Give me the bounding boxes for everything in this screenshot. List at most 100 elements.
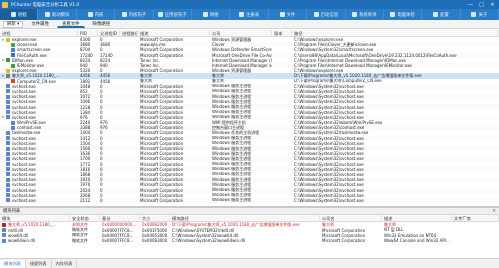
window-controls: — □ ✕ [465, 0, 498, 9]
nav-item-4[interactable]: 应用层钩子 [154, 9, 192, 20]
nav-item-3[interactable]: 内核钩子 [115, 9, 154, 20]
tab-view-file[interactable]: 查看文件 [56, 21, 85, 28]
module-column-header[interactable]: 公司名 [320, 215, 382, 222]
process-fullpath: C:\Windows\System32\svchost.exe [294, 197, 364, 203]
nav-item-5[interactable]: 网络 [192, 9, 231, 20]
process-icon [6, 172, 10, 177]
process-icon [11, 42, 15, 47]
refresh-dropdown[interactable]: 刷新 ▾ [3, 20, 24, 28]
expand-toggle-icon[interactable]: ▾ [2, 74, 5, 78]
module-column-header[interactable]: 大小 [140, 215, 170, 222]
process-icon [11, 53, 15, 58]
nav-item-label: 内核钩子 [128, 12, 147, 18]
process-column-header[interactable]: 版本 [272, 30, 292, 37]
module-column-header[interactable]: 模块 [0, 215, 70, 222]
process-cell-fullpath: C:\Windows\System32\svchost.exe [292, 198, 499, 203]
misc-icon [351, 12, 357, 17]
process-icon [6, 167, 10, 172]
nav-item-7[interactable]: 文件 [269, 9, 308, 20]
process-icon [6, 94, 10, 99]
process-icon [11, 63, 15, 68]
module-size: 0x00083000 [142, 238, 168, 244]
network-icon [202, 12, 208, 17]
config-icon [433, 12, 439, 17]
nav-item-label: 内核 [94, 12, 104, 18]
main-nav: 进程 驱动模块 内核 内核钩子 应用层钩子 网络 注册表 文件 启动信息 系统杂项 电脑体检 配置 关于 [0, 9, 499, 20]
module-cell-status: 微软文件 [70, 238, 100, 243]
nav-item-9[interactable]: 系统杂项 [346, 9, 384, 20]
nav-item-label: 启动信息 [320, 12, 339, 18]
process-icon [6, 110, 10, 115]
module-icon [2, 238, 6, 243]
process-icon [10, 12, 16, 17]
module-column-header[interactable]: 文件厂商 [452, 215, 499, 222]
process-icon [6, 198, 10, 203]
module-icon [2, 228, 6, 233]
process-column-header[interactable]: 进程路径 [120, 30, 138, 37]
window-title: PChunter 电脑安全分析工具 V1.0 [11, 2, 80, 8]
nav-item-0[interactable]: 进程 [0, 9, 39, 20]
nav-item-12[interactable]: 关于 [461, 9, 499, 20]
module-column-header[interactable]: 基址 [100, 215, 140, 222]
process-cell-ppid: 0 [98, 198, 120, 203]
nav-item-6[interactable]: 注册表 [230, 9, 269, 20]
module-panel-label: 模块列表 [3, 209, 21, 214]
bottom-tab-0[interactable]: 模块列表 [0, 259, 26, 268]
process-column-header[interactable]: 描述 [138, 30, 210, 37]
nav-item-label: 驱动模块 [51, 12, 70, 18]
process-icon [6, 151, 10, 156]
minimize-button[interactable]: — [465, 0, 476, 9]
module-column-header[interactable]: 模块路径 [170, 215, 320, 222]
hook-icon [121, 12, 127, 17]
process-cell-name: svchost.exe [0, 198, 78, 203]
process-column-header[interactable]: 父进程ID [98, 30, 120, 37]
bottom-tab-1[interactable]: 线程列表 [26, 259, 52, 268]
module-icon [2, 233, 6, 238]
app-hook-icon [157, 12, 163, 17]
nav-item-8[interactable]: 启动信息 [307, 9, 346, 20]
process-cell-path [120, 198, 138, 203]
process-pid: 2112 [80, 197, 91, 203]
nav-item-2[interactable]: 内核 [77, 9, 116, 20]
close-icon[interactable]: ✕ [492, 209, 496, 214]
process-company: Microsoft Corporation [140, 197, 184, 203]
title-bar: PChunter 电脑安全分析工具 V1.0 — □ ✕ [0, 0, 499, 9]
expand-toggle-icon[interactable]: ▾ [2, 115, 5, 119]
module-row[interactable]: wow64win.dll 微软文件 0x00007FFC8... 0x00083000… [0, 238, 499, 243]
nav-item-label: 配置 [440, 12, 449, 18]
expand-toggle-icon[interactable]: ▾ [2, 38, 5, 42]
nav-item-11[interactable]: 配置 [422, 9, 461, 20]
process-icon [6, 68, 10, 73]
tab-file-properties[interactable]: 文件属性 [26, 21, 54, 28]
startup-icon [313, 12, 319, 17]
nav-item-1[interactable]: 驱动模块 [38, 9, 77, 20]
process-column-header[interactable]: 公司 [210, 30, 272, 37]
module-table-header: 模块 安全状态 基址 大小 模块路径 公司名 描述 文件厂商 [0, 215, 499, 222]
app-logo-icon [2, 1, 8, 8]
process-column-header[interactable]: PID [78, 30, 98, 37]
process-table-body[interactable]: ▾ explorer.exe 4300 0 Microsoft Corporation W… [0, 37, 499, 206]
expand-toggle-icon[interactable]: ▾ [2, 58, 5, 62]
kernel-icon [87, 12, 93, 17]
process-icon [6, 105, 10, 110]
process-icon [6, 37, 10, 42]
process-column-header[interactable]: 路径 [292, 30, 499, 37]
module-column-header[interactable]: 安全状态 [70, 215, 100, 222]
process-cell-company: Microsoft Corporation [138, 198, 210, 203]
nav-item-label: 注册表 [245, 12, 260, 18]
module-cell-size: 0x00083000 [140, 238, 170, 243]
process-icon [6, 193, 10, 198]
process-column-header[interactable]: 进程 [0, 30, 78, 37]
process-row[interactable]: svchost.exe 2112 0 Microsoft Corporation Win… [0, 197, 499, 203]
module-name: wow64win.dll [8, 238, 36, 244]
bottom-tab-2[interactable]: 内存列表 [52, 259, 78, 268]
tab-image-path[interactable]: 映像路径 [88, 21, 116, 28]
nav-item-10[interactable]: 电脑体检 [384, 9, 423, 20]
process-icon [6, 156, 10, 161]
module-column-header[interactable]: 描述 [382, 215, 452, 222]
module-table-body[interactable]: 鲁大师_v5.1020.1180_... 未知文件 0x0000000000... 0… [0, 222, 499, 257]
close-button[interactable]: ✕ [487, 0, 498, 9]
process-icon [11, 79, 15, 84]
module-base: 0x00007FFC8... [102, 238, 134, 244]
maximize-button[interactable]: □ [476, 0, 487, 9]
